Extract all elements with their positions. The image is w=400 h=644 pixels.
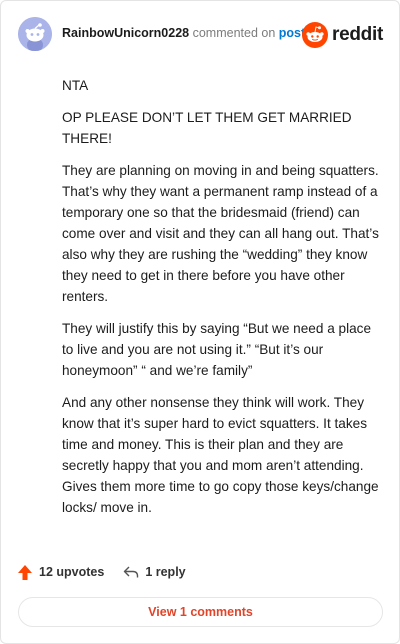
upvote-button[interactable]: 12 upvotes [17,564,104,581]
comment-header: RainbowUnicorn0228 commented on post red… [18,17,383,51]
comment-body: NTA OP PLEASE DON’T LET THEM GET MARRIED… [62,75,380,529]
comment-paragraph: OP PLEASE DON’T LET THEM GET MARRIED THE… [62,110,352,146]
comment-paragraph: And any other nonsense they think will w… [62,395,379,515]
comment-paragraph: They are planning on moving in and being… [62,163,379,304]
comment-actions: 12 upvotes 1 reply [17,561,186,583]
comment-meta: RainbowUnicorn0228 commented on post [62,26,305,40]
snoo-avatar-icon [18,17,52,51]
reddit-snoo-icon [302,22,329,48]
comment-card: RainbowUnicorn0228 commented on post red… [0,0,400,644]
reddit-wordmark: reddit [332,24,383,45]
comment-paragraph: NTA [62,78,89,93]
username[interactable]: RainbowUnicorn0228 [62,26,189,40]
reddit-logo[interactable]: reddit [302,21,383,49]
comment-paragraph: They will justify this by saying “But we… [62,321,372,378]
view-comments-button[interactable]: View 1 comments [18,597,383,627]
user-avatar[interactable] [18,17,52,51]
upvote-count: 12 upvotes [39,565,105,579]
reply-button[interactable]: 1 reply [123,565,186,579]
reply-count: 1 reply [145,565,186,579]
reply-arrow-icon [124,566,139,578]
upvote-arrow-icon [18,564,32,580]
commented-on-text: commented on [192,26,276,40]
